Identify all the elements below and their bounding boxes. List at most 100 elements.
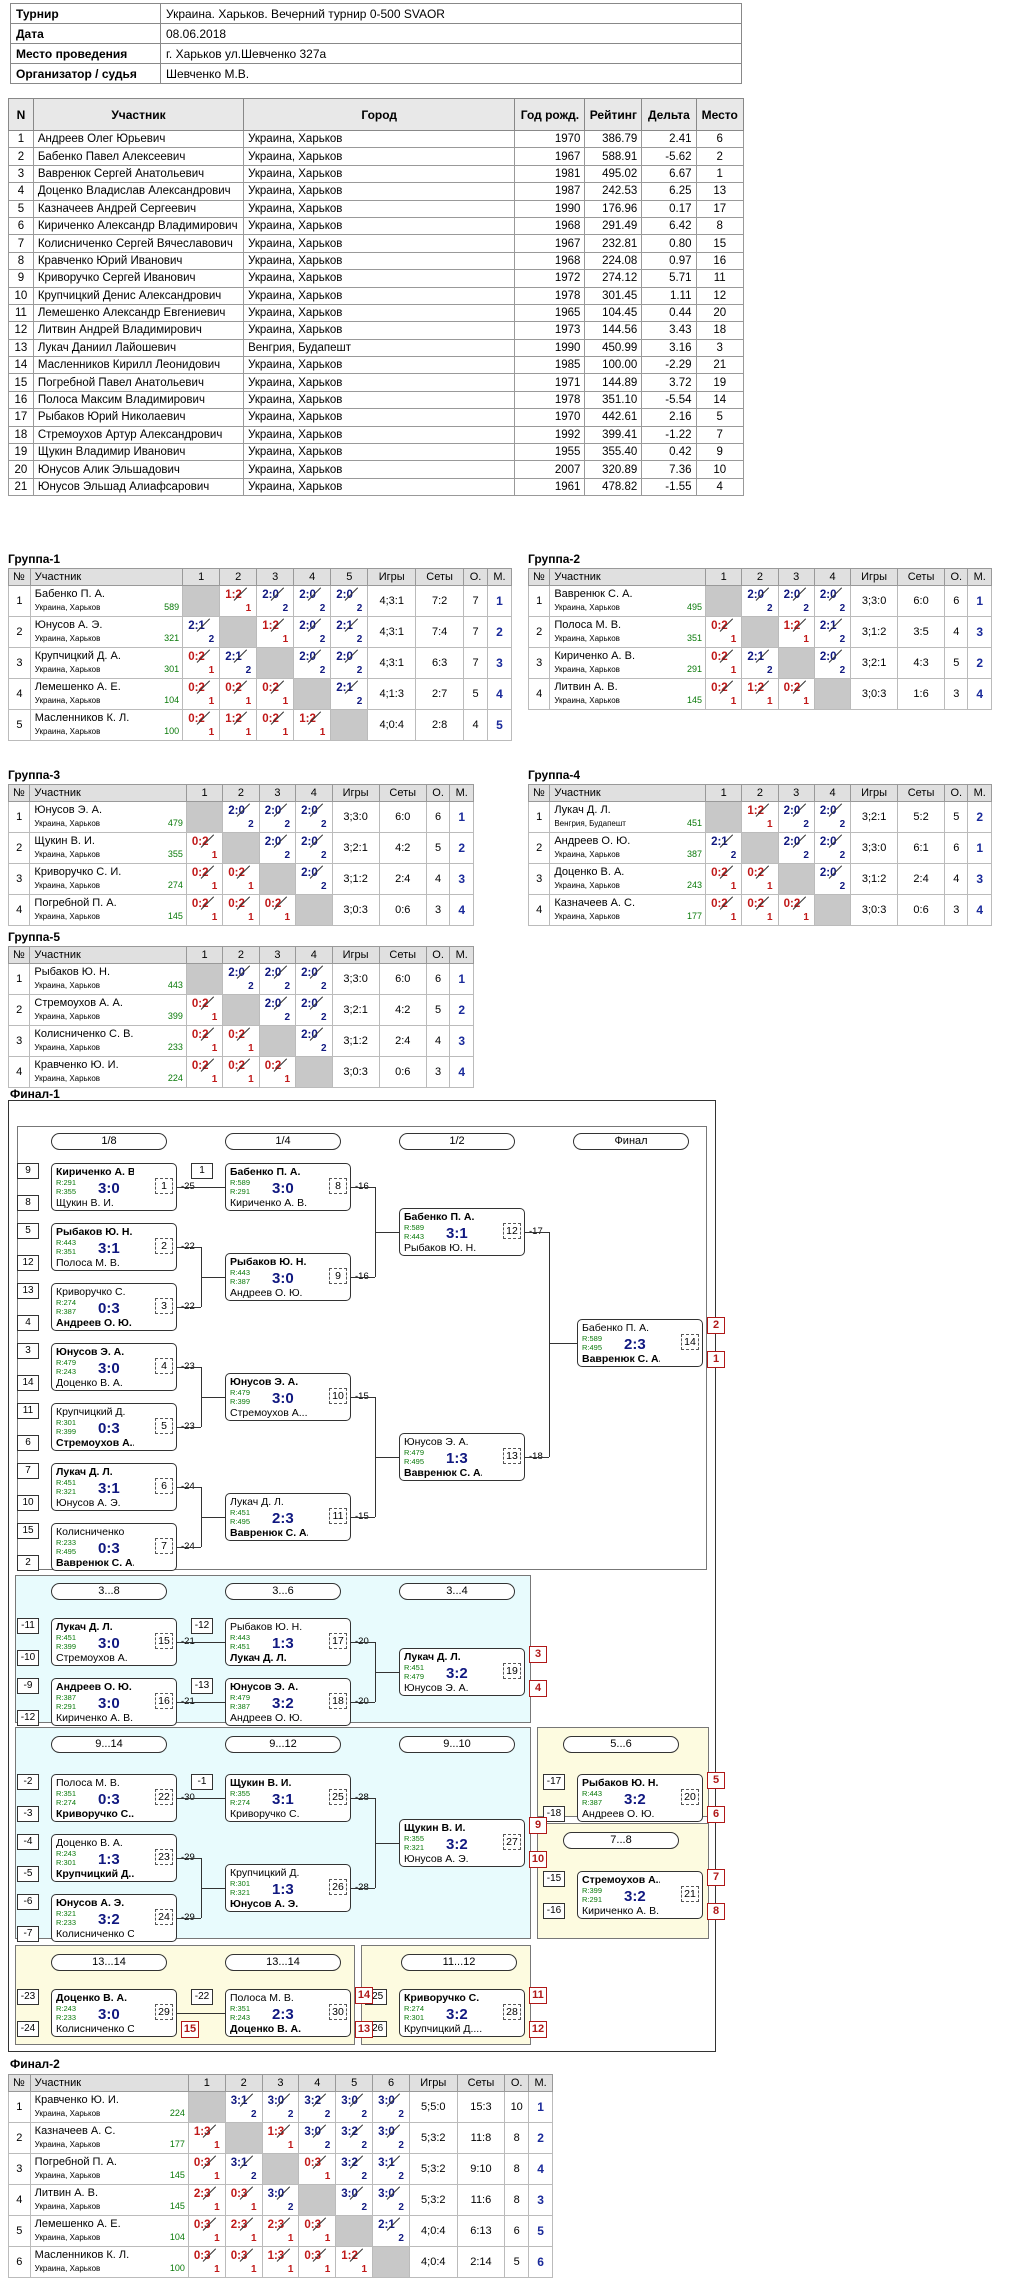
- player-name: Казначеев А. С.: [34, 2125, 116, 2137]
- result-cell: 1:2 1: [777, 616, 815, 648]
- participant-cell: Доценко Владислав Александрович: [32, 182, 245, 201]
- player-sets: 5:2: [897, 801, 946, 833]
- self-cell: [219, 616, 258, 648]
- result-points: 2: [767, 665, 773, 676]
- participant-cell: Венгрия, Будапешт: [243, 338, 516, 358]
- result-cell: 3:2 2: [298, 2091, 337, 2123]
- result-points: 2: [356, 603, 363, 614]
- participant-cell: 19: [695, 373, 744, 392]
- match-number: 16: [155, 1693, 173, 1709]
- match-rating-1: R:451: [230, 1508, 251, 1517]
- group-player-row: 4 Кравченко Ю. И. Украина, Харьков 224 0:2 1 0…: [7, 1056, 474, 1088]
- seed-number: 11: [17, 1403, 39, 1419]
- participant-cell: 1972: [514, 269, 586, 288]
- player-city: Украина, Харьков: [34, 2264, 101, 2273]
- match-player-2: Стремоухов А...: [230, 1407, 308, 1419]
- result-cell: 2:0 2: [330, 647, 369, 679]
- group-col-name: Участник: [29, 568, 184, 586]
- result-points: 2: [282, 603, 289, 614]
- match-rating-2: R:495: [56, 1547, 77, 1556]
- player-games: 5;3:2: [408, 2122, 458, 2154]
- player-name: Масленников К. Л.: [34, 712, 130, 724]
- player-games: 4;0:4: [408, 2246, 458, 2278]
- result-points: 2: [361, 2202, 368, 2213]
- player-place: 6: [528, 2246, 553, 2278]
- player-cell: Щукин В. И. Украина, Харьков 355: [29, 832, 187, 864]
- group-title: Группа-4: [528, 768, 581, 782]
- player-city: Украина, Харьков: [34, 603, 101, 612]
- participant-cell: Украина, Харьков: [243, 286, 516, 305]
- match-score: 0:3: [98, 1300, 120, 1317]
- match-number: 25: [329, 1789, 347, 1805]
- result-points: 1: [730, 696, 737, 707]
- result-points: 1: [282, 727, 289, 738]
- group-col-name: Участник: [549, 568, 707, 586]
- match-number: 5: [155, 1418, 173, 1434]
- connector-line: [177, 1858, 201, 1859]
- result-cell: 2:0 2: [295, 963, 333, 995]
- match-rating-1: R:589: [230, 1178, 251, 1187]
- player-points: 5: [504, 2246, 530, 2278]
- result-cell: 2:0 2: [258, 832, 297, 864]
- result-points: 1: [208, 696, 215, 707]
- match-player-2: Криворучко С.: [230, 1808, 300, 1820]
- player-rating: 100: [169, 2263, 185, 2273]
- player-games: 5;3:2: [408, 2184, 458, 2216]
- participant-cell: Щукин Владимир Иванович: [32, 443, 245, 462]
- result-score: 2:0 2: [815, 586, 850, 616]
- group-col-name: Участник: [29, 784, 187, 802]
- result-points: 2: [839, 603, 846, 614]
- player-games: 3;3:0: [331, 963, 380, 995]
- final1-title: Финал-1: [10, 1087, 60, 1101]
- participant-cell: 17: [695, 199, 744, 218]
- result-points: 2: [324, 2109, 331, 2120]
- group-col-opponent: 4: [293, 568, 332, 586]
- participant-cell: 1985: [514, 356, 586, 375]
- result-score: 1:2 1: [294, 710, 330, 740]
- participant-row: 13 Лукач Даниил Лайошевич Венгрия, Будапеш…: [8, 338, 744, 358]
- participants-header-cell: N: [8, 98, 34, 131]
- participants-header-cell: Рейтинг: [584, 98, 643, 131]
- player-cell: Казначеев А. С. Украина, Харьков 177: [29, 2122, 189, 2154]
- match-player-1: Андреев О. Ю.: [56, 1681, 132, 1693]
- player-points: 5: [944, 801, 969, 833]
- result-score: 1:2 1: [220, 710, 256, 740]
- group-col-opponent: 4: [295, 784, 333, 802]
- seed-number: -15: [543, 1871, 565, 1887]
- player-points: 3: [944, 678, 969, 710]
- player-games: 3;3:0: [850, 585, 899, 617]
- match-rating-1: R:274: [404, 2004, 425, 2013]
- match-rating-1: R:321: [56, 1909, 77, 1918]
- player-number: 3: [527, 647, 551, 679]
- participant-cell: Украина, Харьков: [243, 356, 516, 375]
- result-points: 2: [284, 819, 291, 830]
- match-player-2: Вавренюк С. А.: [230, 1527, 308, 1539]
- player-points: 4: [425, 1025, 451, 1057]
- group-col-opponent: 3: [258, 784, 297, 802]
- participant-cell: 1: [695, 164, 744, 184]
- result-score: 0:2 1: [706, 617, 741, 647]
- group-player-row: 4 Литвин А. В. Украина, Харьков 145 2:3 1 0:3 1…: [8, 2184, 553, 2216]
- player-place: 1: [449, 963, 474, 995]
- match-player-1: Юнусов Э. А.: [230, 1376, 299, 1388]
- player-rating: 177: [687, 911, 703, 921]
- participant-cell: Украина, Харьков: [243, 303, 516, 323]
- player-cell: Кравченко Ю. И. Украина, Харьков 224: [29, 1056, 187, 1088]
- result-score: 1:2 1: [742, 679, 777, 709]
- match-player-2: Доценко В. А.: [56, 1377, 123, 1389]
- player-number: 2: [527, 832, 551, 864]
- participant-row: 8 Кравченко Юрий Иванович Украина, Харьков…: [8, 251, 744, 271]
- participant-cell: 6.25: [641, 182, 697, 201]
- group-player-row: 4 Литвин А. В. Украина, Харьков 145 0:2 1 1:2 1…: [527, 678, 992, 710]
- result-points: 2: [208, 634, 215, 645]
- player-rating: 589: [164, 602, 180, 612]
- participant-cell: 0.97: [641, 251, 697, 271]
- connector-line: [201, 1888, 225, 1889]
- match-rating-2: R:479: [404, 1672, 425, 1681]
- seed-number: -11: [17, 1618, 39, 1634]
- connector-line: [177, 2013, 225, 2014]
- match-player-1: Рыбаков Ю. Н.: [230, 1256, 307, 1268]
- result-points: 1: [214, 2202, 220, 2213]
- result-score: 2:1 2: [220, 648, 256, 678]
- match-rating-1: R:387: [56, 1693, 77, 1702]
